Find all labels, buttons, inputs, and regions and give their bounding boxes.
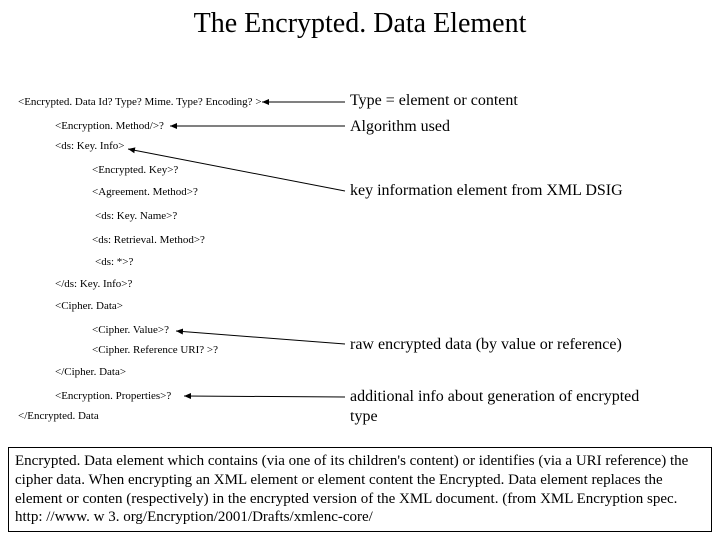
xml-keyinfo-open: <ds: Key. Info> (55, 140, 124, 152)
xml-keyinfo-close: </ds: Key. Info>? (55, 278, 132, 290)
xml-encryptedkey: <Encrypted. Key>? (92, 164, 178, 176)
page-title: The Encrypted. Data Element (0, 0, 720, 46)
xml-keyname: <ds: Key. Name>? (95, 210, 177, 222)
description-box: Encrypted. Data element which contains (… (8, 447, 712, 532)
xml-encryptionmethod: <Encryption. Method/>? (55, 120, 164, 132)
xml-cipherreference: <Cipher. Reference URI? >? (92, 344, 218, 356)
arrow-cipher (176, 331, 345, 344)
xml-ciphervalue: <Cipher. Value>? (92, 324, 169, 336)
anno-props-line1: additional info about generation of encr… (350, 388, 639, 406)
anno-algorithm: Algorithm used (350, 118, 450, 136)
xml-encrypteddata-close: </Encrypted. Data (18, 410, 99, 422)
xml-cipherdata-open: <Cipher. Data> (55, 300, 123, 312)
xml-cipherdata-close: </Cipher. Data> (55, 366, 126, 378)
xml-ds-any: <ds: *>? (95, 256, 133, 268)
anno-type: Type = element or content (350, 92, 518, 110)
xml-agreementmethod: <Agreement. Method>? (92, 186, 198, 198)
xml-encryptionproperties: <Encryption. Properties>? (55, 390, 171, 402)
anno-keyinfo: key information element from XML DSIG (350, 182, 623, 200)
xml-retrievalmethod: <ds: Retrieval. Method>? (92, 234, 205, 246)
anno-cipher: raw encrypted data (by value or referenc… (350, 336, 622, 354)
xml-encrypteddata-open: <Encrypted. Data Id? Type? Mime. Type? E… (18, 96, 262, 108)
anno-props-line2: type (350, 408, 378, 426)
arrow-props (184, 396, 345, 397)
